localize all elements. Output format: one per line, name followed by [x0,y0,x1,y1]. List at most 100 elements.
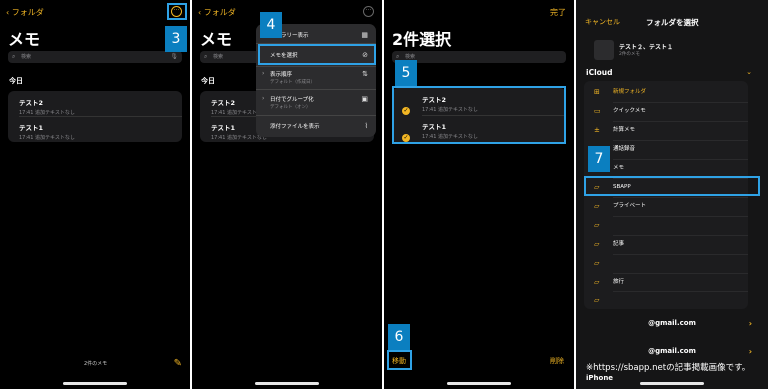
account-header-icloud: iCloud [586,68,613,77]
account-header-iphone: iPhone [586,374,614,382]
back-to-folders-button[interactable]: ‹ フォルダ [6,7,44,18]
search-icon: ⌕ [12,53,16,60]
folder-label: 通話録音 [613,146,636,152]
folder-label: クイックメモ [613,108,646,114]
list-item[interactable]: テスト2 17:41 追加テキストなし [19,97,75,116]
step-badge: 3 [165,26,187,52]
search-placeholder: 検索 [21,54,32,60]
sort-arrows-icon: ⇅ [362,70,368,78]
folder-icon: ▱ [594,278,600,286]
microphone-icon[interactable]: 🎙 [170,51,178,63]
notes-list-screen: ‹ フォルダ ··· メモ ⌕ 検索 🎙 今日 テスト2 17:41 追加テキス… [0,0,190,389]
more-options-icon[interactable]: ··· [363,6,374,17]
search-input[interactable]: ⌕ 検索 🎙 [8,51,182,63]
folder-item[interactable]: ▱ [584,291,748,309]
folder-item[interactable]: ▱ 旅行 [584,273,748,291]
folder-icon: ▱ [594,296,600,304]
section-header: 今日 [9,77,23,85]
folder-label: プライベート [613,203,647,209]
highlight-box [167,3,187,20]
folder-icon: ▱ [594,221,600,229]
divider [19,116,182,117]
folder-icon: ▱ [594,240,600,248]
home-indicator [640,382,704,385]
page-title: メモ [200,30,233,49]
step-badge: 6 [388,324,410,350]
home-indicator [63,382,127,385]
notes-card: テスト2 17:41 追加テキストなし テスト1 17:41 追加テキストなし [8,91,182,142]
delete-button[interactable]: 削除 [550,356,564,366]
done-button[interactable]: 完了 [550,7,566,18]
list-item[interactable]: テスト1 17:41 追加テキストなし [19,122,75,141]
menu-item-sublabel: デフォルト（オン） [270,105,311,110]
account-email: @gmail.com [648,319,696,327]
selected-notes-count: 2件のメモ [619,52,640,57]
folder-label: 新規フォルダ [613,89,647,95]
chevron-right-icon: › [262,70,265,77]
step-badge: 5 [395,60,417,86]
folder-item[interactable]: ▭ クイックメモ [584,102,748,120]
notes-menu-screen: ‹ フォルダ ··· メモ ⌕ 検索 今日 テスト2 17:41 追加テキストな… [192,0,382,389]
folder-item[interactable]: ▱ [584,216,748,234]
menu-item-attachments[interactable]: 添付ファイルを表示 ⌇ [256,122,376,130]
folder-item[interactable]: ▱ プライベート [584,197,748,215]
folder-picker-screen: キャンセル フォルダを選択 テスト２、テスト１ 2件のメモ iCloud ⌄ ⊞… [576,0,768,389]
grid-icon: ▦ [361,31,368,39]
menu-item-sort[interactable]: › 表示順序 デフォルト（作成日） ⇅ [256,70,376,85]
select-notes-screen: 完了 2件選択 ⌕ 検索 ✓ テスト2 17:41 追加テキストなし ✓ テスト… [384,0,574,389]
search-icon: ⌕ [204,53,208,60]
account-email: @gmail.com [648,347,696,355]
math-icon: ± [594,126,600,134]
cancel-button[interactable]: キャンセル [585,17,620,27]
folder-plus-icon: ⊞ [594,88,600,96]
page-title: メモ [8,30,41,49]
folder-label: 記事 [613,241,625,247]
home-indicator [255,382,319,385]
note-title: テスト1 [19,124,44,132]
highlight-box [392,86,566,144]
back-to-folders-button[interactable]: ‹ フォルダ [198,7,236,18]
watermark-text: ※https://sbapp.netの記事掲載画像です。 [586,363,751,373]
folder-label: メモ [613,165,625,171]
search-input[interactable]: ⌕ 検索 [392,51,566,63]
home-indicator [447,382,511,385]
chevron-right-icon: › [748,319,752,328]
new-folder-button[interactable]: ⊞ 新規フォルダ [584,83,748,101]
selected-notes-title: テスト２、テスト１ [619,44,674,51]
menu-item-label: 添付ファイルを表示 [270,124,320,130]
move-button[interactable]: 移動 [392,356,406,366]
quick-note-icon: ▭ [594,107,601,115]
folder-icon: ▱ [594,259,600,267]
chevron-right-icon: › [748,347,752,356]
calendar-icon: ▣ [361,95,368,103]
chevron-right-icon: › [262,95,265,102]
note-subtitle: 17:41 追加テキストなし [19,110,75,116]
folder-item[interactable]: ± 計算メモ [584,121,748,139]
note-count: 2件のメモ [84,361,108,367]
menu-item-sublabel: デフォルト（作成日） [270,80,315,85]
account-row[interactable]: @gmail.com › [576,319,768,328]
divider [256,115,376,116]
chevron-down-icon[interactable]: ⌄ [746,68,752,76]
search-placeholder: 検索 [213,54,224,60]
folder-icon: ▱ [594,202,600,210]
account-row[interactable]: @gmail.com › [576,347,768,356]
step-badge: 4 [260,12,282,38]
section-header: 今日 [201,77,215,85]
highlight-box [258,44,376,65]
menu-item-label: 表示順序 [270,72,293,78]
note-title: テスト2 [19,99,44,107]
folder-item[interactable]: ▱ 記事 [584,235,748,253]
highlight-box [584,176,760,196]
folder-item[interactable]: ▱ [584,254,748,272]
sheet-title: フォルダを選択 [646,18,699,27]
note-thumbnail [594,40,614,60]
menu-item-group-by-date[interactable]: › 日付でグループ化 デフォルト（オン） ▣ [256,95,376,110]
menu-item-label: 日付でグループ化 [270,97,314,103]
context-menu: ギャラリー表示 ▦ メモを選択 ⊘ › 表示順序 デフォルト（作成日） ⇅ › … [256,24,376,137]
divider [256,89,376,90]
note-subtitle: 17:41 追加テキストなし [19,135,75,141]
paperclip-icon: ⌇ [364,122,368,130]
compose-icon[interactable]: ✎ [174,358,182,369]
folder-label: 旅行 [613,279,625,285]
